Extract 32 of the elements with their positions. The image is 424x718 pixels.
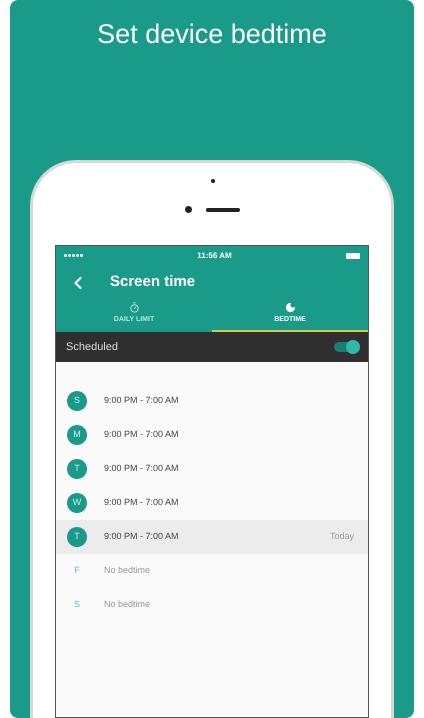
- camera-icon: [184, 206, 192, 213]
- sensor-icon: [211, 178, 215, 182]
- day-row[interactable]: W 9:00 PM - 7:00 AM: [56, 486, 368, 520]
- toggle-switch[interactable]: [334, 342, 358, 352]
- timer-icon: [128, 302, 140, 312]
- day-schedule: 9:00 PM - 7:00 AM: [104, 394, 179, 408]
- scheduled-label: Scheduled: [66, 340, 118, 355]
- status-time: 11:56 AM: [197, 250, 232, 262]
- day-schedule: No bedtime: [104, 598, 150, 612]
- banner-title: Set device bedtime: [97, 18, 327, 51]
- day-row[interactable]: T 9:00 PM - 7:00 AM Today: [56, 520, 368, 554]
- signal-icon: [64, 254, 83, 257]
- day-letter: S: [72, 598, 81, 612]
- moon-icon: [284, 302, 296, 312]
- app-bar-title: Screen time: [110, 272, 196, 292]
- speaker-icon: [206, 208, 240, 212]
- battery-icon: [346, 252, 360, 258]
- day-schedule: No bedtime: [104, 564, 150, 578]
- day-schedule: 9:00 PM - 7:00 AM: [104, 496, 179, 510]
- day-schedule: 9:00 PM - 7:00 AM: [104, 530, 179, 544]
- today-label: Today: [330, 530, 354, 544]
- day-letter: T: [67, 527, 87, 547]
- day-letter: T: [67, 459, 87, 479]
- day-row[interactable]: T 9:00 PM - 7:00 AM: [56, 452, 368, 486]
- day-row[interactable]: M 9:00 PM - 7:00 AM: [56, 418, 368, 452]
- day-letter: F: [73, 564, 81, 578]
- day-row[interactable]: S 9:00 PM - 7:00 AM: [56, 384, 368, 418]
- day-schedule: 9:00 PM - 7:00 AM: [104, 462, 179, 476]
- day-schedule: 9:00 PM - 7:00 AM: [104, 428, 179, 442]
- day-letter: S: [67, 391, 87, 411]
- day-letter: M: [67, 425, 87, 445]
- day-letter: W: [67, 493, 87, 513]
